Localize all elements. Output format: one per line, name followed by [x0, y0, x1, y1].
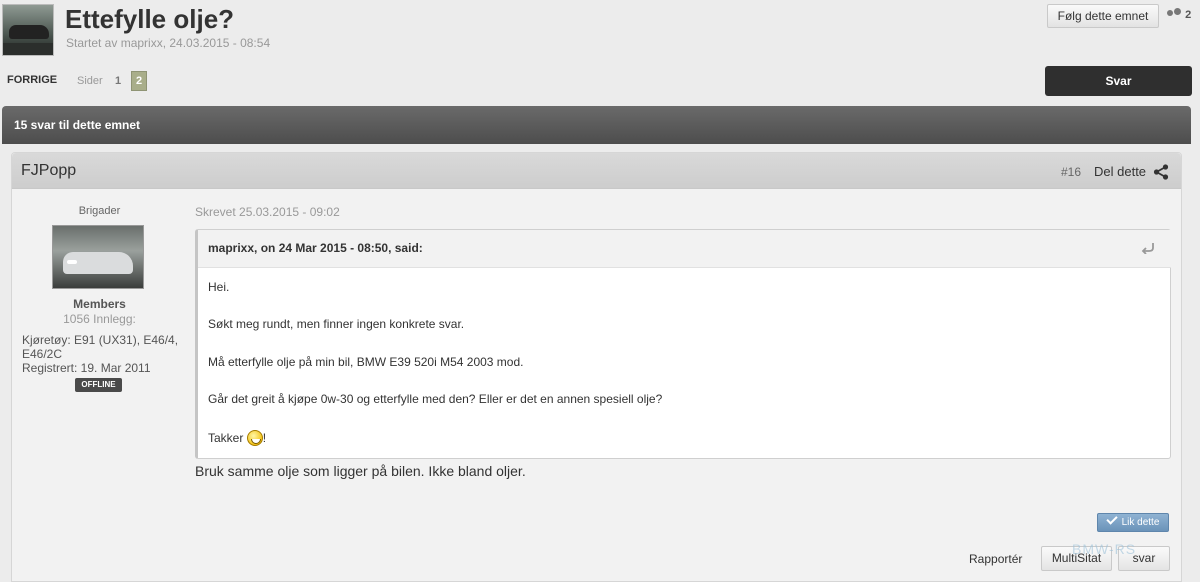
return-arrow-icon[interactable] — [1141, 242, 1155, 254]
member-profile-fields: Kjøretøy: E91 (UX31), E46/4, E46/2C Regi… — [22, 333, 182, 375]
site-watermark: BMW-RS — [1072, 541, 1137, 557]
post: FJPopp #16 Del dette Brigader Members 10… — [11, 152, 1182, 582]
quote-header: maprixx, on 24 Mar 2015 - 08:50, said: — [198, 230, 1171, 268]
quote-thanks-suffix: ! — [262, 431, 267, 445]
like-label: Lik dette — [1121, 517, 1160, 528]
users-icon — [1166, 8, 1182, 19]
grin-smiley-icon — [246, 430, 263, 446]
report-link[interactable]: Rapportér — [969, 552, 1022, 566]
topic-title: Ettefylle olje? — [65, 4, 235, 34]
post-body-text: Bruk samme olje som ligger på bilen. Ikk… — [195, 463, 526, 479]
page-link-1[interactable]: 1 — [115, 75, 121, 87]
quote-line: Må etterfylle olje på min bil, BMW E39 5… — [208, 355, 524, 369]
member-rank: Brigader — [78, 205, 121, 217]
post-number-link[interactable]: #16 — [1061, 165, 1081, 179]
quote-citation: maprixx, on 24 Mar 2015 - 08:50, said: — [208, 241, 423, 255]
share-link[interactable]: Del dette — [1094, 164, 1146, 179]
author-avatar[interactable] — [52, 225, 144, 289]
avatar-car-image — [9, 25, 49, 39]
previous-page-link[interactable]: FORRIGE — [7, 74, 57, 86]
topic-header: Ettefylle olje? Startet av maprixx, 24.0… — [0, 0, 1200, 62]
post-author-link[interactable]: FJPopp — [21, 162, 76, 180]
online-status-badge: OFFLINE — [75, 378, 122, 392]
pages-label: Sider — [77, 75, 103, 87]
quote-line: Går det greit å kjøpe 0w-30 og etterfyll… — [208, 392, 663, 406]
follow-topic-button[interactable]: Følg dette emnet — [1047, 4, 1159, 28]
quote-line: Søkt meg rundt, men finner ingen konkret… — [208, 317, 465, 331]
quote-line-last: Takker ! — [208, 430, 266, 446]
post-date: Skrevet 25.03.2015 - 09:02 — [195, 205, 340, 219]
member-group: Members — [73, 297, 126, 311]
vehicle-field: Kjøretøy: E91 (UX31), E46/4, E46/2C — [22, 333, 179, 361]
reply-button[interactable]: Svar — [1045, 66, 1192, 96]
avatar-road — [3, 43, 53, 55]
member-post-count: 1056 Innlegg: — [63, 312, 136, 326]
quote-line: Hei. — [208, 280, 230, 294]
avatar-headlight — [67, 260, 77, 264]
quote-thanks: Takker — [208, 431, 244, 445]
like-button[interactable]: Lik dette — [1097, 513, 1169, 532]
reply-count-bar: 15 svar til dette emnet — [2, 106, 1191, 144]
quote-block: maprixx, on 24 Mar 2015 - 08:50, said: H… — [195, 229, 1171, 459]
topic-starter-info: Startet av maprixx, 24.03.2015 - 08:54 — [66, 36, 271, 50]
page-current-2: 2 — [131, 71, 147, 91]
followers-count: 2 — [1185, 9, 1192, 21]
post-header: FJPopp #16 Del dette — [12, 153, 1181, 189]
check-icon — [1105, 513, 1118, 525]
author-info: Brigader Members 1056 Innlegg: Kjøretøy:… — [12, 205, 187, 392]
share-icon[interactable] — [1153, 164, 1169, 180]
reply-count-label: 15 svar til dette emnet — [14, 118, 141, 132]
topic-starter-avatar[interactable] — [2, 4, 54, 56]
followers-indicator[interactable]: 2 — [1166, 8, 1191, 21]
registered-field: Registrert: 19. Mar 2011 — [22, 361, 151, 375]
